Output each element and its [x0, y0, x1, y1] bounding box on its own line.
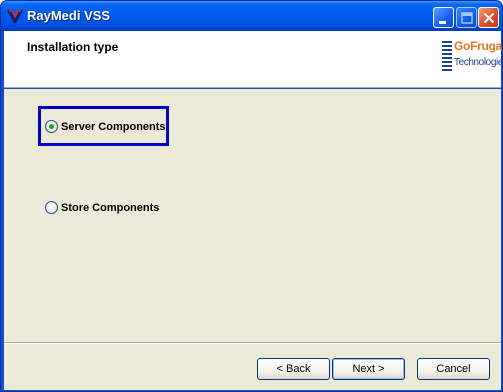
header-panel: Installation type GoFrugal Technologies [4, 31, 503, 88]
radio-server-components[interactable]: Server Components [45, 120, 166, 133]
raymedi-app-icon [7, 10, 23, 23]
radio-store-components[interactable]: Store Components [45, 201, 159, 214]
radio-label-store: Store Components [61, 201, 160, 214]
radio-label-server: Server Components [61, 120, 166, 133]
logo-text-bottom: Technologies [454, 57, 503, 68]
minimize-icon [439, 21, 446, 24]
close-button[interactable] [478, 7, 499, 28]
logo-text-top: GoFrugal [454, 39, 503, 53]
installer-window: RayMedi VSS Installation type GoFrugal T… [0, 0, 503, 392]
cancel-button[interactable]: Cancel [417, 358, 490, 380]
button-bar: < Back Next > Cancel [4, 342, 501, 390]
page-title: Installation type [27, 40, 119, 54]
close-icon [483, 12, 495, 24]
maximize-icon [461, 12, 473, 24]
maximize-button[interactable] [456, 7, 477, 28]
back-button[interactable]: < Back [257, 358, 330, 380]
title-bar[interactable]: RayMedi VSS [1, 1, 502, 31]
radio-button-unselected[interactable] [45, 201, 58, 214]
logo-bars-icon [442, 41, 452, 73]
window-title: RayMedi VSS [27, 8, 111, 23]
radio-button-selected[interactable] [45, 120, 58, 133]
options-panel: Server Components Store Components [4, 89, 501, 342]
next-button[interactable]: Next > [332, 358, 405, 380]
minimize-button[interactable] [433, 7, 454, 28]
gofrugal-logo: GoFrugal Technologies [442, 39, 503, 75]
